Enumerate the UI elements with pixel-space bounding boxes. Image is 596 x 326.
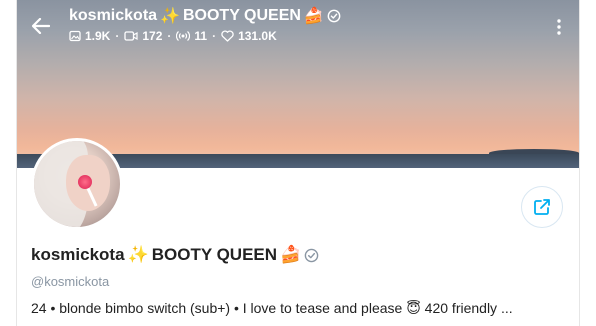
share-button[interactable] (521, 186, 563, 228)
arrow-left-icon (32, 18, 50, 34)
stat-separator: · (115, 29, 120, 43)
video-icon (124, 31, 138, 41)
stat-likes[interactable]: 131.0K (221, 29, 277, 43)
profile-name-suffix: BOOTY QUEEN (151, 245, 278, 264)
heart-icon (221, 30, 234, 42)
stat-streams[interactable]: 11 (176, 29, 207, 43)
profile-bio: 24 • blonde bimbo switch (sub+) • I love… (31, 300, 513, 316)
back-button[interactable] (29, 14, 53, 38)
stat-streams-count: 11 (194, 29, 208, 43)
stat-videos-count: 172 (142, 29, 163, 43)
cake-emoji: 🍰 (280, 245, 302, 265)
sparkle-emoji: ✨ (127, 245, 149, 265)
stat-likes-count: 131.0K (238, 29, 277, 43)
avatar-lollipop (78, 175, 92, 189)
verified-icon (327, 9, 341, 23)
stat-separator: · (212, 29, 217, 43)
avatar[interactable] (31, 138, 123, 230)
stat-photos[interactable]: 1.9K (69, 29, 110, 43)
profile-display-name: kosmickota (31, 245, 125, 264)
cake-emoji: 🍰 (303, 6, 324, 25)
header-stats: 1.9K · 172 · 11 · 131.0K (69, 29, 341, 43)
image-icon (69, 30, 81, 42)
verified-icon (304, 248, 319, 263)
header-username: kosmickota (69, 6, 158, 24)
more-options-button[interactable] (549, 16, 569, 38)
profile-handle: @kosmickota (31, 274, 110, 289)
share-icon (534, 199, 550, 215)
top-bar: kosmickota ✨ BOOTY QUEEN 🍰 1.9K · 172 · … (17, 0, 579, 52)
sparkle-emoji: ✨ (160, 6, 180, 25)
profile-page: kosmickota ✨ BOOTY QUEEN 🍰 1.9K · 172 · … (16, 0, 580, 326)
header-title: kosmickota ✨ BOOTY QUEEN 🍰 (69, 6, 341, 25)
stat-videos[interactable]: 172 (124, 29, 162, 43)
stat-photos-count: 1.9K (85, 29, 111, 43)
profile-name: kosmickota ✨ BOOTY QUEEN 🍰 (31, 245, 319, 265)
header-title-block: kosmickota ✨ BOOTY QUEEN 🍰 1.9K · 172 · … (69, 6, 341, 43)
more-vertical-icon (557, 19, 561, 35)
stat-separator: · (167, 29, 172, 43)
broadcast-icon (176, 31, 191, 41)
header-title-suffix: BOOTY QUEEN (182, 6, 301, 24)
